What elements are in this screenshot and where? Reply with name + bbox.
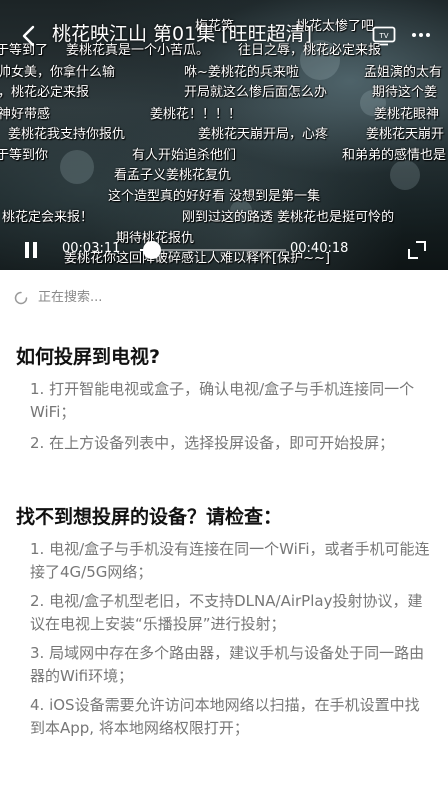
danmaku-comment: 于等到你 — [0, 148, 49, 163]
loading-spinner-icon — [14, 291, 28, 305]
danmaku-comment: 姜桃花眼神 — [374, 107, 440, 122]
danmaku-comment: 桃花定会来报！ — [2, 210, 94, 225]
tv-cast-icon[interactable]: TV — [372, 26, 396, 46]
danmaku-comment: 姜桃花天崩开局，心疼 — [198, 127, 329, 142]
how-to-cast-title: 如何投屏到电视? — [16, 346, 161, 368]
troubleshoot-step: 2. 电视/盒子机型老旧，不支持DLNA/AirPlay投射协议，建议在电视上安… — [30, 592, 423, 633]
troubleshoot-step: 4. iOS设备需要允许访问本地网络以扫描，在手机设置中找到本App, 将本地网… — [30, 696, 420, 737]
danmaku-comment: 和弟弟的感情也是 — [342, 148, 447, 163]
danmaku-comment: 看孟子义姜桃花复仇 — [114, 168, 232, 183]
svg-text:TV: TV — [378, 32, 388, 40]
video-frame-bokeh — [390, 160, 420, 190]
how-to-step: 2. 在上方设备列表中，选择投屏设备，即可开始投屏； — [30, 434, 395, 452]
more-dots-icon[interactable] — [410, 24, 432, 46]
danmaku-comment: 刚到过这的路透 姜桃花也是挺可怜的 — [182, 210, 395, 225]
video-frame-bokeh — [60, 150, 94, 184]
total-time: 00:40:18 — [290, 241, 349, 256]
how-to-step: 1. 打开智能电视或盒子，确认电视/盒子与手机连接同一个WiFi； — [30, 380, 415, 421]
danmaku-comment: 期待这个姜 — [372, 85, 438, 100]
danmaku-comment: 有人开始追杀他们 — [132, 148, 237, 163]
current-time: 00:03:11 — [62, 241, 121, 256]
danmaku-comment: ，桃花必定来报 — [0, 85, 90, 100]
player-title-bar: 桃花映江山 第01集 [旺旺超清] TV — [0, 18, 448, 52]
danmaku-comment: 孟姐演的太有 — [364, 65, 443, 80]
pause-icon[interactable] — [24, 242, 38, 258]
danmaku-comment: 这个造型真的好好看 没想到是第一集 — [108, 189, 321, 204]
progress-thumb[interactable] — [142, 241, 161, 259]
player-controls: 00:03:11 00:40:18 — [0, 236, 448, 264]
danmaku-comment: 咻~姜桃花的兵来啦 — [184, 65, 299, 80]
searching-label: 正在搜索... — [38, 290, 103, 305]
cast-panel: 正在搜索... 如何投屏到电视? 1. 打开智能电视或盒子，确认电视/盒子与手机… — [0, 270, 448, 798]
danmaku-comment: 姜桃花！！！！ — [150, 107, 242, 122]
fullscreen-icon[interactable] — [407, 240, 427, 260]
video-player[interactable]: 梅花笑 桃花太惨了吧 于等到了 姜桃花真是一个小苦瓜。 往日之辱，桃花必定来报 … — [0, 0, 448, 270]
back-arrow-icon[interactable] — [18, 22, 40, 50]
danmaku-comment: 开局就这么惨后面怎么办 — [184, 85, 328, 100]
troubleshoot-step: 3. 局域网中存在多个路由器，建议手机与设备处于同一路由器的Wifi环境； — [30, 644, 425, 685]
progress-slider[interactable] — [140, 241, 286, 259]
video-title: 桃花映江山 第01集 [旺旺超清] — [52, 23, 313, 45]
device-not-found-title: 找不到想投屏的设备？请检查： — [16, 506, 283, 528]
danmaku-comment: 姜桃花天崩开 — [366, 127, 445, 142]
danmaku-comment: 姜桃花我支持你报仇 — [8, 127, 126, 142]
danmaku-comment: 神好带感 — [0, 107, 51, 122]
danmaku-comment: 帅女美，你拿什么输 — [0, 65, 116, 80]
troubleshoot-step: 1. 电视/盒子与手机没有连接在同一个WiFi，或者手机可能连接了4G/5G网络… — [30, 540, 430, 581]
